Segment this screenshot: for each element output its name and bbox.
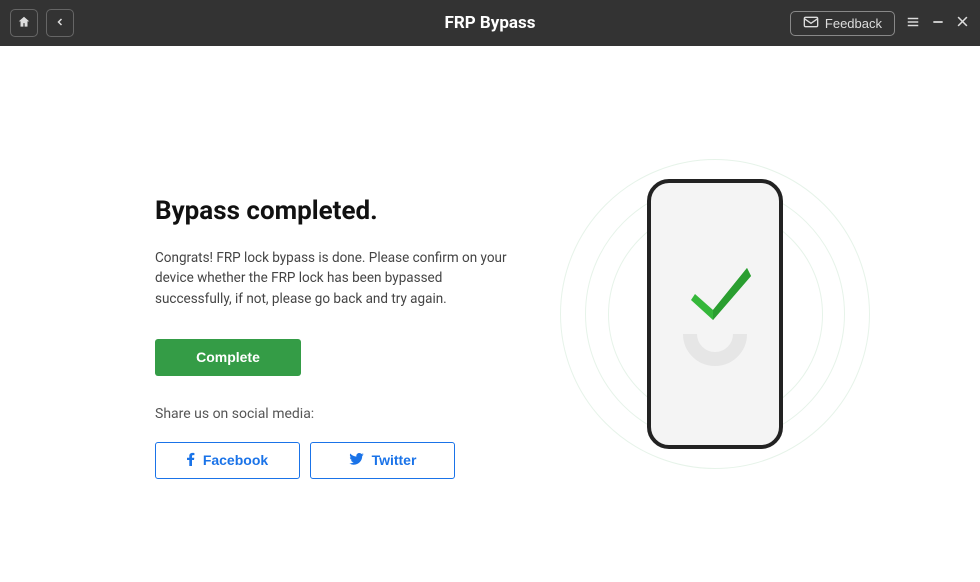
minimize-button[interactable] xyxy=(931,14,945,33)
checkmark-icon xyxy=(685,256,755,326)
feedback-button[interactable]: Feedback xyxy=(790,11,895,36)
header-right-controls: Feedback xyxy=(790,11,970,36)
window-controls xyxy=(905,14,970,33)
twitter-icon xyxy=(349,452,364,468)
menu-icon xyxy=(905,14,921,33)
menu-button[interactable] xyxy=(905,14,921,33)
facebook-icon xyxy=(187,452,195,469)
home-button[interactable] xyxy=(10,9,38,37)
page-title: Bypass completed. xyxy=(155,196,510,226)
phone-frame xyxy=(647,179,783,449)
page-description: Congrats! FRP lock bypass is done. Pleas… xyxy=(155,248,510,309)
chevron-left-icon xyxy=(54,16,66,31)
header-left-controls xyxy=(10,9,74,37)
app-header: FRP Bypass Feedback xyxy=(0,0,980,46)
close-icon xyxy=(955,14,970,33)
minimize-icon xyxy=(931,14,945,33)
share-label: Share us on social media: xyxy=(155,406,510,422)
back-button[interactable] xyxy=(46,9,74,37)
feedback-label: Feedback xyxy=(825,16,882,31)
home-icon xyxy=(17,15,31,32)
facebook-button[interactable]: Facebook xyxy=(155,442,300,479)
main-content: Bypass completed. Congrats! FRP lock byp… xyxy=(0,46,980,582)
facebook-label: Facebook xyxy=(203,452,268,468)
illustration-panel xyxy=(510,86,920,542)
success-indicator xyxy=(675,274,755,354)
close-button[interactable] xyxy=(955,14,970,33)
complete-button[interactable]: Complete xyxy=(155,339,301,376)
twitter-label: Twitter xyxy=(372,452,417,468)
content-panel: Bypass completed. Congrats! FRP lock byp… xyxy=(60,86,510,479)
mail-icon xyxy=(803,16,819,31)
social-buttons: Facebook Twitter xyxy=(155,442,510,479)
phone-illustration xyxy=(565,144,865,484)
app-title: FRP Bypass xyxy=(445,13,536,33)
twitter-button[interactable]: Twitter xyxy=(310,442,455,479)
